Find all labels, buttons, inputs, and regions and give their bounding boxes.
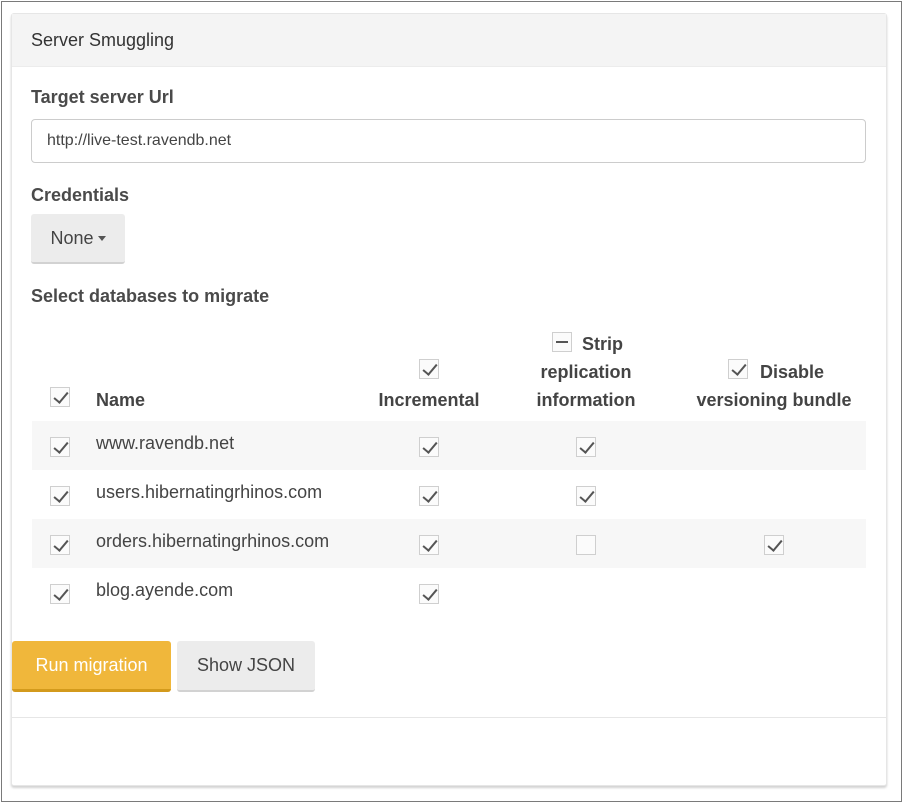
table-row: orders.hibernatingrhinos.com [32,519,866,568]
credentials-dropdown-button[interactable]: None [31,214,125,264]
select-all-checkbox[interactable] [50,387,70,407]
caret-down-icon [97,236,106,242]
row-select-checkbox[interactable] [50,486,70,506]
row-select-checkbox[interactable] [50,437,70,457]
column-header-disable-line1: Disable [760,362,825,382]
server-smuggling-panel: Server Smuggling Target server Url Crede… [11,13,887,786]
column-header-disable-line2: versioning bundle [696,390,852,410]
incremental-checkbox[interactable] [419,584,439,604]
incremental-all-checkbox[interactable] [419,359,439,379]
row-select-checkbox[interactable] [50,584,70,604]
strip-replication-checkbox[interactable] [576,437,596,457]
column-header-name: Name [96,390,146,410]
column-header-strip-line3: information [536,390,636,410]
strip-replication-all-checkbox[interactable] [552,332,572,352]
column-header-strip-line1: Strip [582,334,624,354]
table-row: blog.ayende.com [32,568,866,617]
target-url-label: Target server Url [31,87,174,107]
credentials-selected: None [50,227,94,248]
table-row: www.ravendb.net [32,421,866,470]
incremental-checkbox[interactable] [419,486,439,506]
panel-title: Server Smuggling [12,14,886,67]
table-row: users.hibernatingrhinos.com [32,470,866,519]
disable-versioning-checkbox[interactable] [764,535,784,555]
incremental-checkbox[interactable] [419,437,439,457]
row-select-checkbox[interactable] [50,535,70,555]
show-json-button[interactable]: Show JSON [177,641,315,692]
select-databases-label: Select databases to migrate [31,286,270,306]
database-name: blog.ayende.com [96,580,234,600]
strip-replication-checkbox[interactable] [576,486,596,506]
database-name: www.ravendb.net [96,433,235,453]
target-url-input[interactable] [31,119,866,163]
disable-versioning-all-checkbox[interactable] [728,359,748,379]
strip-replication-checkbox[interactable] [576,535,596,555]
database-name: orders.hibernatingrhinos.com [96,531,330,551]
column-header-incremental: Incremental [378,390,480,410]
column-header-strip-line2: replication [540,362,632,382]
credentials-label: Credentials [31,185,130,205]
run-migration-button[interactable]: Run migration [12,641,171,692]
incremental-checkbox[interactable] [419,535,439,555]
panel-footer-divider [12,717,886,718]
database-name: users.hibernatingrhinos.com [96,482,323,502]
